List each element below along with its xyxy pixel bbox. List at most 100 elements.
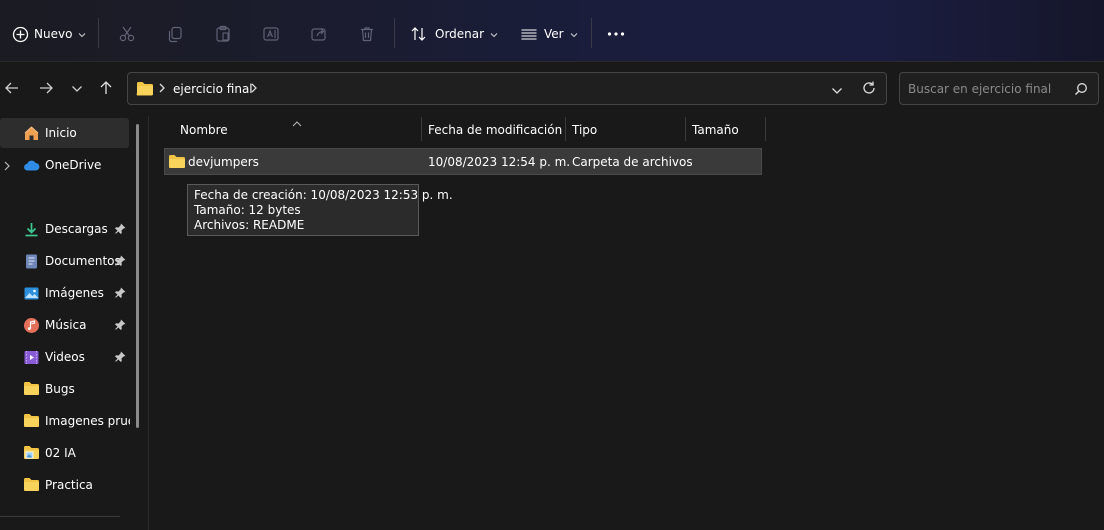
sidebar-item-videos[interactable]: Videos [0,342,130,372]
chevron-down-icon [490,27,498,41]
chevron-down-icon [78,27,86,41]
paste-button[interactable] [213,24,233,44]
cut-icon [117,24,137,44]
column-header-type[interactable]: Tipo [572,123,597,137]
sidebar-item-imagenes-prueba[interactable]: Imagenes prueb [0,406,130,436]
folder-icon [23,381,40,398]
sort-button[interactable]: Ordenar [409,24,498,44]
breadcrumb-separator-icon [251,82,257,96]
chevron-right-icon[interactable] [4,160,10,174]
sidebar-item-onedrive[interactable]: OneDrive [0,150,130,180]
pin-icon[interactable] [114,318,127,331]
column-divider[interactable] [765,117,766,141]
chevron-down-icon [570,27,578,41]
pin-icon[interactable] [114,286,127,299]
more-options-button[interactable] [606,24,626,44]
rename-icon [261,24,281,44]
file-modified-date: 10/08/2023 12:54 p. m. [428,155,571,169]
sort-ascending-icon [292,116,302,130]
document-icon [23,253,40,270]
pin-icon[interactable] [114,254,127,267]
sidebar-item-label: Bugs [45,382,75,396]
share-button[interactable] [309,24,329,44]
file-type: Carpeta de archivos [572,155,693,169]
sidebar-item-imagenes[interactable]: Imágenes [0,278,130,308]
music-icon [23,317,40,334]
more-icon [606,24,626,44]
copy-icon [165,24,185,44]
toolbar-separator [394,18,395,48]
sidebar-item-label: Imagenes prueb [45,414,130,428]
tooltip-size: Tamaño: 12 bytes [194,203,301,217]
column-header-modified[interactable]: Fecha de modificación [428,123,562,137]
address-bar[interactable]: ejercicio final [127,72,887,105]
toolbar-separator [591,18,592,48]
folder-image-icon [23,445,40,462]
sidebar-item-documentos[interactable]: Documentos [0,246,130,276]
sidebar-item-inicio[interactable]: Inicio [0,118,130,148]
sort-icon [409,24,429,44]
copy-button[interactable] [165,24,185,44]
delete-button[interactable] [357,24,377,44]
search-icon [1074,82,1088,99]
pin-icon[interactable] [114,222,127,235]
arrow-up-icon [98,80,114,99]
folder-icon [168,154,186,172]
toolbar-separator [98,18,99,48]
file-name[interactable]: devjumpers [188,155,259,169]
column-divider[interactable] [421,117,422,141]
sidebar-item-descargas[interactable]: Descargas [0,214,130,244]
recent-locations-button[interactable] [66,78,88,100]
sidebar-item-label: 02 IA [45,446,76,460]
view-button[interactable]: Ver [519,24,578,44]
folder-icon [23,477,40,494]
folder-icon [136,81,154,99]
sort-button-label: Ordenar [435,27,485,41]
sidebar-divider [0,516,120,517]
search-input[interactable] [908,80,1068,98]
cut-button[interactable] [117,24,137,44]
pin-icon[interactable] [114,350,127,363]
command-bar: Nuevo Ordenar Ver [0,0,1104,62]
new-button[interactable]: Nuevo [10,24,86,44]
table-row[interactable]: devjumpers 10/08/2023 12:54 p. m. Carpet… [164,148,762,175]
search-box[interactable] [899,72,1099,105]
sidebar-item-02-ia[interactable]: 02 IA [0,438,130,468]
arrow-right-icon [38,80,54,99]
address-history-dropdown[interactable] [831,84,843,98]
home-icon [23,125,40,142]
add-icon [10,24,30,44]
cloud-icon [23,157,40,174]
sidebar-scrollbar[interactable] [136,124,139,428]
forward-button[interactable] [35,78,57,100]
videos-icon [23,349,40,366]
share-icon [309,24,329,44]
breadcrumb-current-folder[interactable]: ejercicio final [173,82,253,96]
pictures-icon [23,285,40,302]
tooltip-created-date: Fecha de creación: 10/08/2023 12:53 p. m… [194,188,453,202]
arrow-left-icon [4,80,20,99]
pane-divider[interactable] [148,116,149,530]
column-divider[interactable] [685,117,686,141]
column-header-size[interactable]: Tamaño [692,123,739,137]
up-button[interactable] [95,78,117,100]
column-header-name[interactable]: Nombre [180,123,228,137]
tooltip-files: Archivos: README [194,218,305,232]
sidebar-item-bugs[interactable]: Bugs [0,374,130,404]
back-button[interactable] [1,78,23,100]
sidebar-item-label: Practica [45,478,93,492]
sidebar-item-label: Inicio [45,126,77,140]
file-info-tooltip: Fecha de creación: 10/08/2023 12:53 p. m… [187,184,453,236]
view-button-label: Ver [544,27,564,41]
new-button-label: Nuevo [34,27,73,41]
column-divider[interactable] [565,117,566,141]
folder-icon [23,413,40,430]
breadcrumb-separator-icon [159,82,165,96]
rename-button[interactable] [261,24,281,44]
refresh-icon[interactable] [861,80,877,99]
sidebar-item-practica[interactable]: Practica [0,470,130,500]
paste-icon [213,24,233,44]
sidebar-item-musica[interactable]: Música [0,310,130,340]
sidebar-item-label: OneDrive [45,158,102,172]
view-icon [519,24,539,44]
